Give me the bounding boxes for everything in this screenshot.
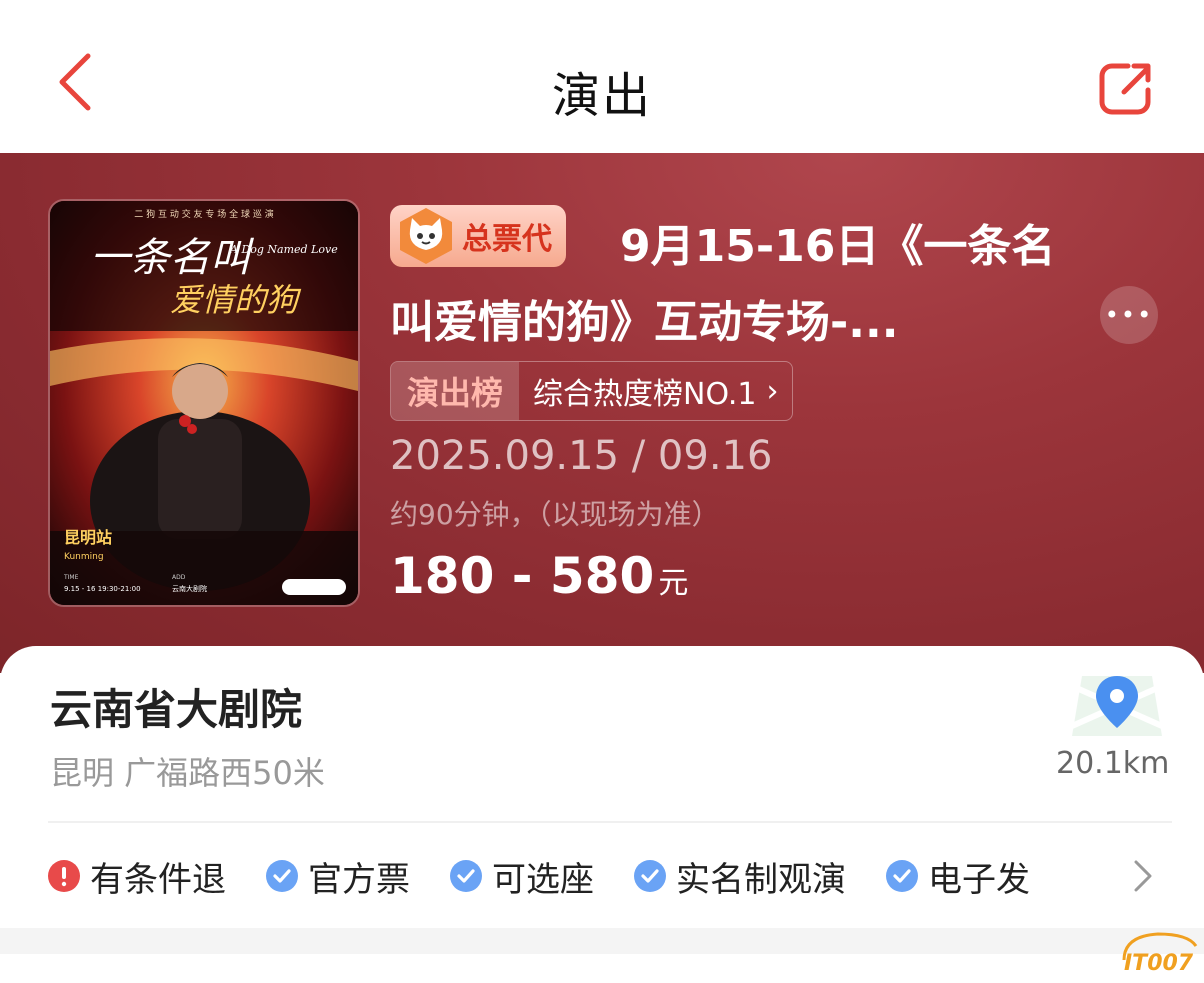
ranking-link[interactable]: 演出榜 综合热度榜NO.1 › [390, 361, 794, 421]
tag-seat-select[interactable]: 可选座 [450, 852, 594, 901]
poster-city: 昆明站 [64, 528, 112, 547]
map-pin-icon[interactable] [1072, 656, 1162, 756]
check-icon [634, 860, 666, 892]
venue-address[interactable]: 昆明 广福路西50米 [50, 748, 325, 794]
rank-text-wrap: 综合热度榜NO.1 › [519, 362, 792, 420]
venue-distance: 20.1km [1056, 746, 1170, 781]
tag-refund[interactable]: 有条件退 [48, 852, 226, 901]
show-header: 二 狗 互 动 交 友 专 场 全 球 巡 演 一条名叫 爱情的狗 A Dog … [0, 153, 1204, 673]
ticket-agent-badge: 总票代 [390, 205, 566, 267]
tag-label: 有条件退 [90, 859, 226, 900]
price-unit: 元 [658, 566, 689, 601]
watermark-text: IT007 [1124, 951, 1194, 976]
price-value: 180 - 580 [390, 547, 655, 605]
show-duration: 约90分钟，（以现场为准） [390, 498, 720, 531]
poster-english-title: A Dog Named Love [229, 243, 338, 256]
nav-bar: 演出 [0, 0, 1204, 153]
venue-card: 云南省大剧院 昆明 广福路西50米 20.1km 有条件退 官方票 可选座 实名… [0, 646, 1204, 928]
poster-time: 9.15 - 16 19:30-21:00 [64, 585, 141, 593]
poster-title-line1: 一条名叫 [90, 235, 254, 281]
poster-time-label: TIME [63, 574, 79, 581]
tag-label: 官方票 [308, 859, 410, 900]
cat-logo-icon [400, 208, 452, 264]
tag-official[interactable]: 官方票 [266, 852, 410, 901]
check-icon [450, 860, 482, 892]
show-poster[interactable]: 二 狗 互 动 交 友 专 场 全 球 巡 演 一条名叫 爱情的狗 A Dog … [48, 199, 360, 607]
chevron-right-icon: › [766, 373, 779, 409]
more-dots-icon: ••• [1104, 301, 1154, 329]
rank-tag: 演出榜 [391, 362, 520, 420]
show-date: 2025.09.15 / 09.16 [390, 433, 773, 479]
tag-label: 实名制观演 [676, 859, 846, 900]
poster-venue: 云南大剧院 [172, 584, 207, 593]
price-range: 180 - 580 元 [390, 547, 688, 605]
poster-city-en: Kunming [64, 552, 104, 562]
poster-add-label: ADD [172, 574, 186, 581]
tag-label: 可选座 [492, 859, 594, 900]
watermark-logo: IT007 [1122, 932, 1198, 976]
exclamation-icon [48, 860, 80, 892]
badge-label: 总票代 [462, 222, 552, 257]
tag-e-ticket[interactable]: 电子发 [886, 852, 1030, 901]
tag-real-name[interactable]: 实名制观演 [634, 852, 846, 901]
more-options-button[interactable]: ••• [1100, 286, 1158, 344]
service-tags[interactable]: 有条件退 官方票 可选座 实名制观演 电子发 [48, 846, 1070, 906]
check-icon [886, 860, 918, 892]
poster-top-line: 二 狗 互 动 交 友 专 场 全 球 巡 演 [134, 208, 273, 220]
tag-label: 电子发 [928, 859, 1030, 900]
share-icon[interactable] [1098, 60, 1154, 116]
check-icon [266, 860, 298, 892]
chevron-right-icon[interactable] [1128, 854, 1158, 898]
poster-title-line2: 爱情的狗 [170, 281, 302, 319]
venue-name[interactable]: 云南省大剧院 [50, 676, 302, 737]
rank-label: 综合热度榜NO.1 [533, 377, 757, 412]
divider [48, 821, 1172, 823]
page-title: 演出 [551, 68, 652, 124]
section-gap [0, 928, 1204, 954]
